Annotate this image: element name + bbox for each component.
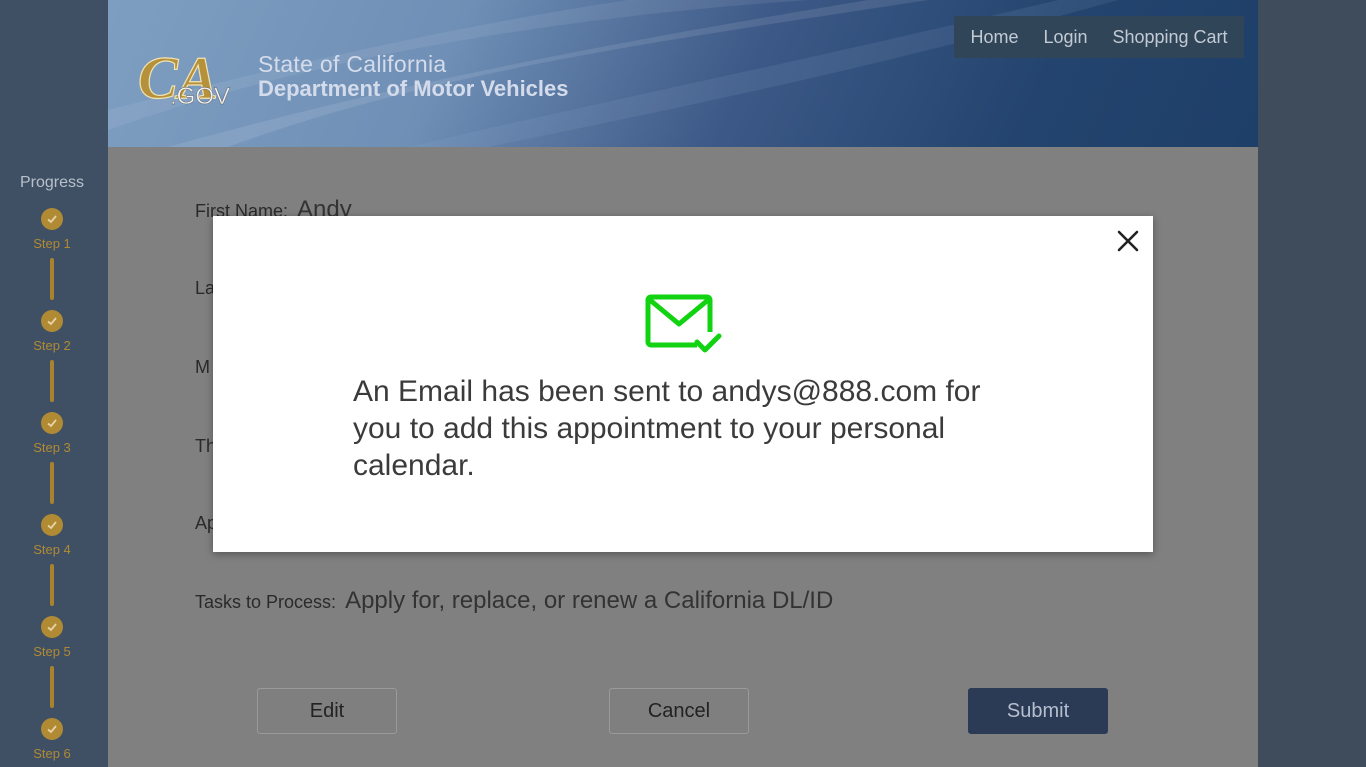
nav-login-link[interactable]: Login — [1043, 27, 1087, 48]
right-gutter — [1258, 0, 1366, 767]
progress-step-3: Step 3 — [0, 412, 104, 455]
step-label: Step 2 — [33, 338, 71, 353]
step-label: Step 5 — [33, 644, 71, 659]
progress-step-5: Step 5 — [0, 616, 104, 659]
progress-step-6: Step 6 — [0, 718, 104, 761]
submit-button[interactable]: Submit — [968, 688, 1108, 734]
check-icon — [41, 514, 63, 536]
check-icon — [41, 616, 63, 638]
progress-step-4: Step 4 — [0, 514, 104, 557]
tasks-field: Tasks to Process: Apply for, replace, or… — [195, 587, 833, 615]
tasks-label: Tasks to Process: — [195, 592, 337, 612]
ca-gov-logo[interactable]: CA .GOV — [136, 38, 246, 114]
step-label: Step 4 — [33, 542, 71, 557]
step-label: Step 3 — [33, 440, 71, 455]
progress-sidebar: Progress Step 1 Step 2 Step 3 Step 4 Ste… — [0, 0, 108, 767]
nav-home-link[interactable]: Home — [970, 27, 1018, 48]
check-icon — [41, 718, 63, 740]
mail-check-icon — [645, 294, 723, 356]
close-icon[interactable] — [1115, 228, 1141, 254]
step-connector — [50, 258, 54, 300]
middle-field: M — [195, 357, 210, 378]
email-sent-modal: An Email has been sent to andys@888.com … — [213, 216, 1153, 552]
step-connector — [50, 564, 54, 606]
progress-step-2: Step 2 — [0, 310, 104, 353]
step-connector — [50, 360, 54, 402]
tasks-value: Apply for, replace, or renew a Californi… — [345, 587, 834, 614]
agency-department-name: Department of Motor Vehicles — [258, 76, 569, 101]
step-connector — [50, 462, 54, 504]
check-icon — [41, 208, 63, 230]
email-confirmation-message: An Email has been sent to andys@888.com … — [353, 375, 981, 482]
step-label: Step 6 — [33, 746, 71, 761]
check-icon — [41, 412, 63, 434]
top-navigation: Home Login Shopping Cart — [954, 16, 1244, 58]
edit-button[interactable]: Edit — [257, 688, 397, 734]
nav-shopping-cart-link[interactable]: Shopping Cart — [1112, 27, 1227, 48]
site-header: CA .GOV State of California Department o… — [108, 0, 1258, 147]
progress-title: Progress — [19, 174, 85, 191]
progress-step-1: Step 1 — [0, 208, 104, 251]
svg-text:.GOV: .GOV — [170, 83, 230, 110]
field-label: M — [195, 357, 210, 377]
check-icon — [41, 310, 63, 332]
step-connector — [50, 666, 54, 708]
agency-state-name: State of California — [258, 51, 447, 77]
cancel-button[interactable]: Cancel — [609, 688, 749, 734]
step-label: Step 1 — [33, 236, 71, 251]
